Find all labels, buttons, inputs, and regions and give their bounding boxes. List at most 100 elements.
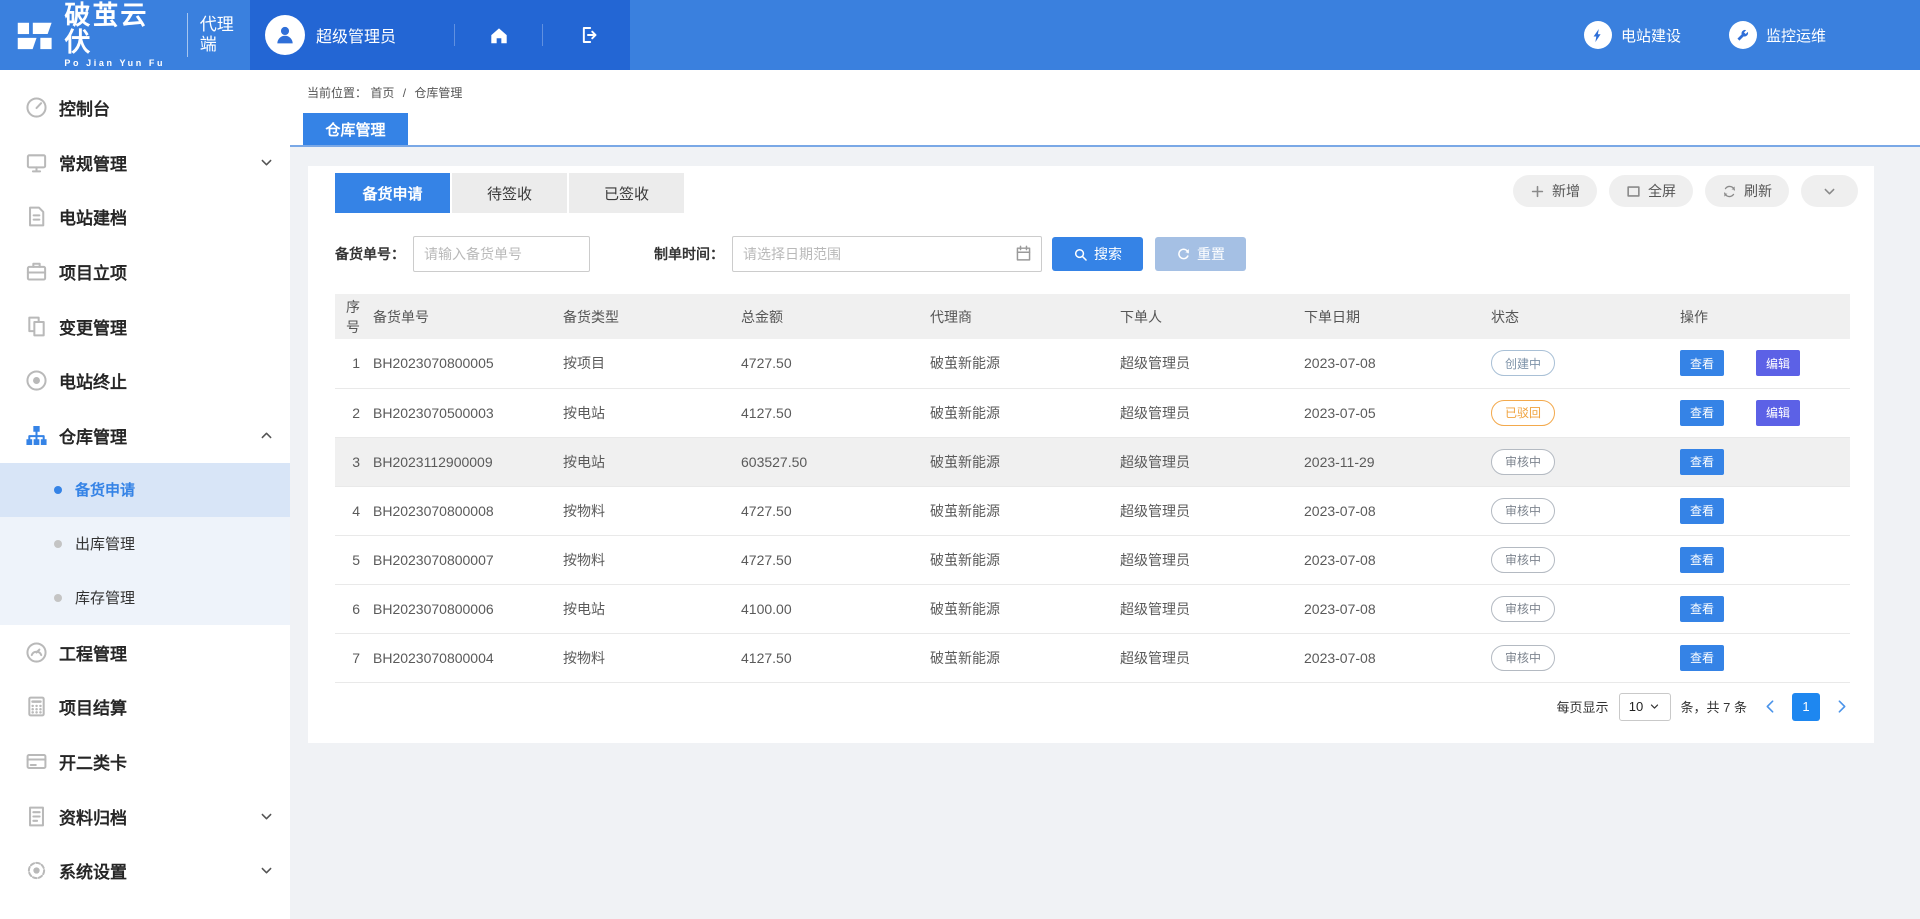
cell-index: 1: [335, 339, 365, 388]
panel-toolbar: 新增 全屏 刷新: [1513, 175, 1858, 207]
pagination: 每页显示 10 条，共 7 条 1: [308, 693, 1850, 721]
page-tab[interactable]: 仓库管理: [303, 113, 408, 145]
sidebar-item[interactable]: 常规管理: [0, 135, 290, 190]
sidebar-item[interactable]: 控制台: [0, 80, 290, 135]
plus-icon: [1530, 184, 1545, 199]
sidebar-item[interactable]: 工程管理: [0, 625, 290, 680]
cell-actions: 查看: [1672, 486, 1850, 535]
prev-page-button[interactable]: [1762, 698, 1779, 715]
view-button[interactable]: 查看: [1680, 596, 1724, 622]
sidebar-item-label: 资料归档: [59, 804, 127, 829]
cell-order-no: BH2023070800006: [365, 584, 555, 633]
cell-index: 7: [335, 633, 365, 682]
top-header: 破茧云伏 Po Jian Yun Fu 代理端 超级管理员 电站建设 监控运维: [0, 0, 1920, 70]
logout-button[interactable]: [542, 24, 630, 46]
page-body: 备货申请待签收已签收 新增 全屏 刷新 备货单号： 制单时间：: [290, 147, 1920, 743]
view-button[interactable]: 查看: [1680, 449, 1724, 475]
status-badge: 创建中: [1491, 350, 1555, 376]
breadcrumb-separator: /: [403, 86, 406, 100]
sidebar-item[interactable]: 资料归档: [0, 789, 290, 844]
table-column-header: 状态: [1483, 294, 1672, 339]
cell-order-no: BH2023070800004: [365, 633, 555, 682]
toolbar-button-label: 全屏: [1648, 181, 1676, 201]
sidebar-item-label: 电站建档: [59, 204, 127, 229]
table-row: 7 BH2023070800004 按物料 4127.50 破茧新能源 超级管理…: [335, 633, 1850, 682]
cell-date: 2023-07-08: [1296, 486, 1483, 535]
cell-agent: 破茧新能源: [922, 633, 1112, 682]
cell-date: 2023-07-08: [1296, 584, 1483, 633]
table-column-header: 下单人: [1112, 294, 1296, 339]
header-quick-link[interactable]: 监控运维: [1729, 21, 1826, 49]
cell-amount: 4127.50: [733, 388, 922, 437]
sidebar-item-label: 仓库管理: [59, 423, 127, 448]
home-button[interactable]: [454, 24, 542, 46]
bullet-icon: [54, 594, 62, 602]
brand-subtitle: Po Jian Yun Fu: [64, 58, 174, 68]
stop-icon: [25, 369, 48, 392]
sidebar-item[interactable]: 仓库管理: [0, 408, 290, 463]
panel-tab[interactable]: 已签收: [569, 173, 684, 213]
order-no-label: 备货单号：: [335, 244, 405, 264]
fullscreen-icon: [1626, 184, 1641, 199]
view-button[interactable]: 查看: [1680, 645, 1724, 671]
sidebar-subitem-label: 备货申请: [75, 479, 135, 500]
page-number-button[interactable]: 1: [1792, 693, 1820, 721]
per-page-select[interactable]: 10: [1619, 693, 1671, 721]
sidebar-item[interactable]: 电站建档: [0, 189, 290, 244]
sidebar-item[interactable]: 项目结算: [0, 680, 290, 735]
sidebar-item[interactable]: 变更管理: [0, 299, 290, 354]
toolbar-button-label: 刷新: [1744, 181, 1772, 201]
avatar[interactable]: [265, 15, 305, 55]
toolbar-button[interactable]: 新增: [1513, 175, 1597, 207]
sidebar-subitem[interactable]: 出库管理: [0, 517, 290, 571]
table-column-header: 总金额: [733, 294, 922, 339]
breadcrumb-home[interactable]: 首页: [370, 86, 394, 100]
next-page-button[interactable]: [1833, 698, 1850, 715]
toolbar-button[interactable]: 刷新: [1705, 175, 1789, 207]
order-no-input[interactable]: [413, 236, 590, 272]
sidebar-item-label: 项目结算: [59, 694, 127, 719]
cell-orderer: 超级管理员: [1112, 584, 1296, 633]
user-strip: 超级管理员: [250, 0, 630, 70]
cell-amount: 4727.50: [733, 486, 922, 535]
view-button[interactable]: 查看: [1680, 350, 1724, 376]
cell-date: 2023-07-05: [1296, 388, 1483, 437]
quick-link-label: 监控运维: [1766, 25, 1826, 46]
sidebar-item[interactable]: 系统设置: [0, 844, 290, 899]
cell-type: 按项目: [555, 339, 733, 388]
toolbar-button[interactable]: [1801, 175, 1858, 207]
cell-type: 按物料: [555, 486, 733, 535]
sidebar-subitem[interactable]: 库存管理: [0, 571, 290, 625]
sidebar-item[interactable]: 开二类卡: [0, 734, 290, 789]
document-icon: [25, 205, 48, 228]
search-button[interactable]: 搜索: [1052, 237, 1143, 271]
view-button[interactable]: 查看: [1680, 498, 1724, 524]
date-range-input[interactable]: [732, 236, 1042, 272]
cell-agent: 破茧新能源: [922, 486, 1112, 535]
cell-orderer: 超级管理员: [1112, 486, 1296, 535]
table-column-header: 代理商: [922, 294, 1112, 339]
sidebar-subitem[interactable]: 备货申请: [0, 463, 290, 517]
sidebar-item-label: 开二类卡: [59, 749, 127, 774]
sidebar-item[interactable]: 电站终止: [0, 353, 290, 408]
panel-tab[interactable]: 待签收: [452, 173, 567, 213]
home-icon: [488, 24, 510, 46]
panel-tab[interactable]: 备货申请: [335, 173, 450, 213]
cell-orderer: 超级管理员: [1112, 437, 1296, 486]
sidebar-item-label: 控制台: [59, 95, 110, 120]
table-row: 4 BH2023070800008 按物料 4727.50 破茧新能源 超级管理…: [335, 486, 1850, 535]
cell-agent: 破茧新能源: [922, 388, 1112, 437]
sidebar-item[interactable]: 项目立项: [0, 244, 290, 299]
edit-button[interactable]: 编辑: [1756, 400, 1800, 426]
toolbar-button[interactable]: 全屏: [1609, 175, 1693, 207]
edit-button[interactable]: 编辑: [1756, 350, 1800, 376]
header-quick-link[interactable]: 电站建设: [1584, 21, 1681, 49]
wrench-icon: [1729, 21, 1757, 49]
top-strip: 当前位置： 首页 / 仓库管理 仓库管理: [290, 70, 1920, 147]
archive-icon: [25, 805, 48, 828]
reset-button[interactable]: 重置: [1155, 237, 1246, 271]
view-button[interactable]: 查看: [1680, 547, 1724, 573]
search-icon: [1073, 247, 1088, 262]
view-button[interactable]: 查看: [1680, 400, 1724, 426]
table-column-header: 下单日期: [1296, 294, 1483, 339]
